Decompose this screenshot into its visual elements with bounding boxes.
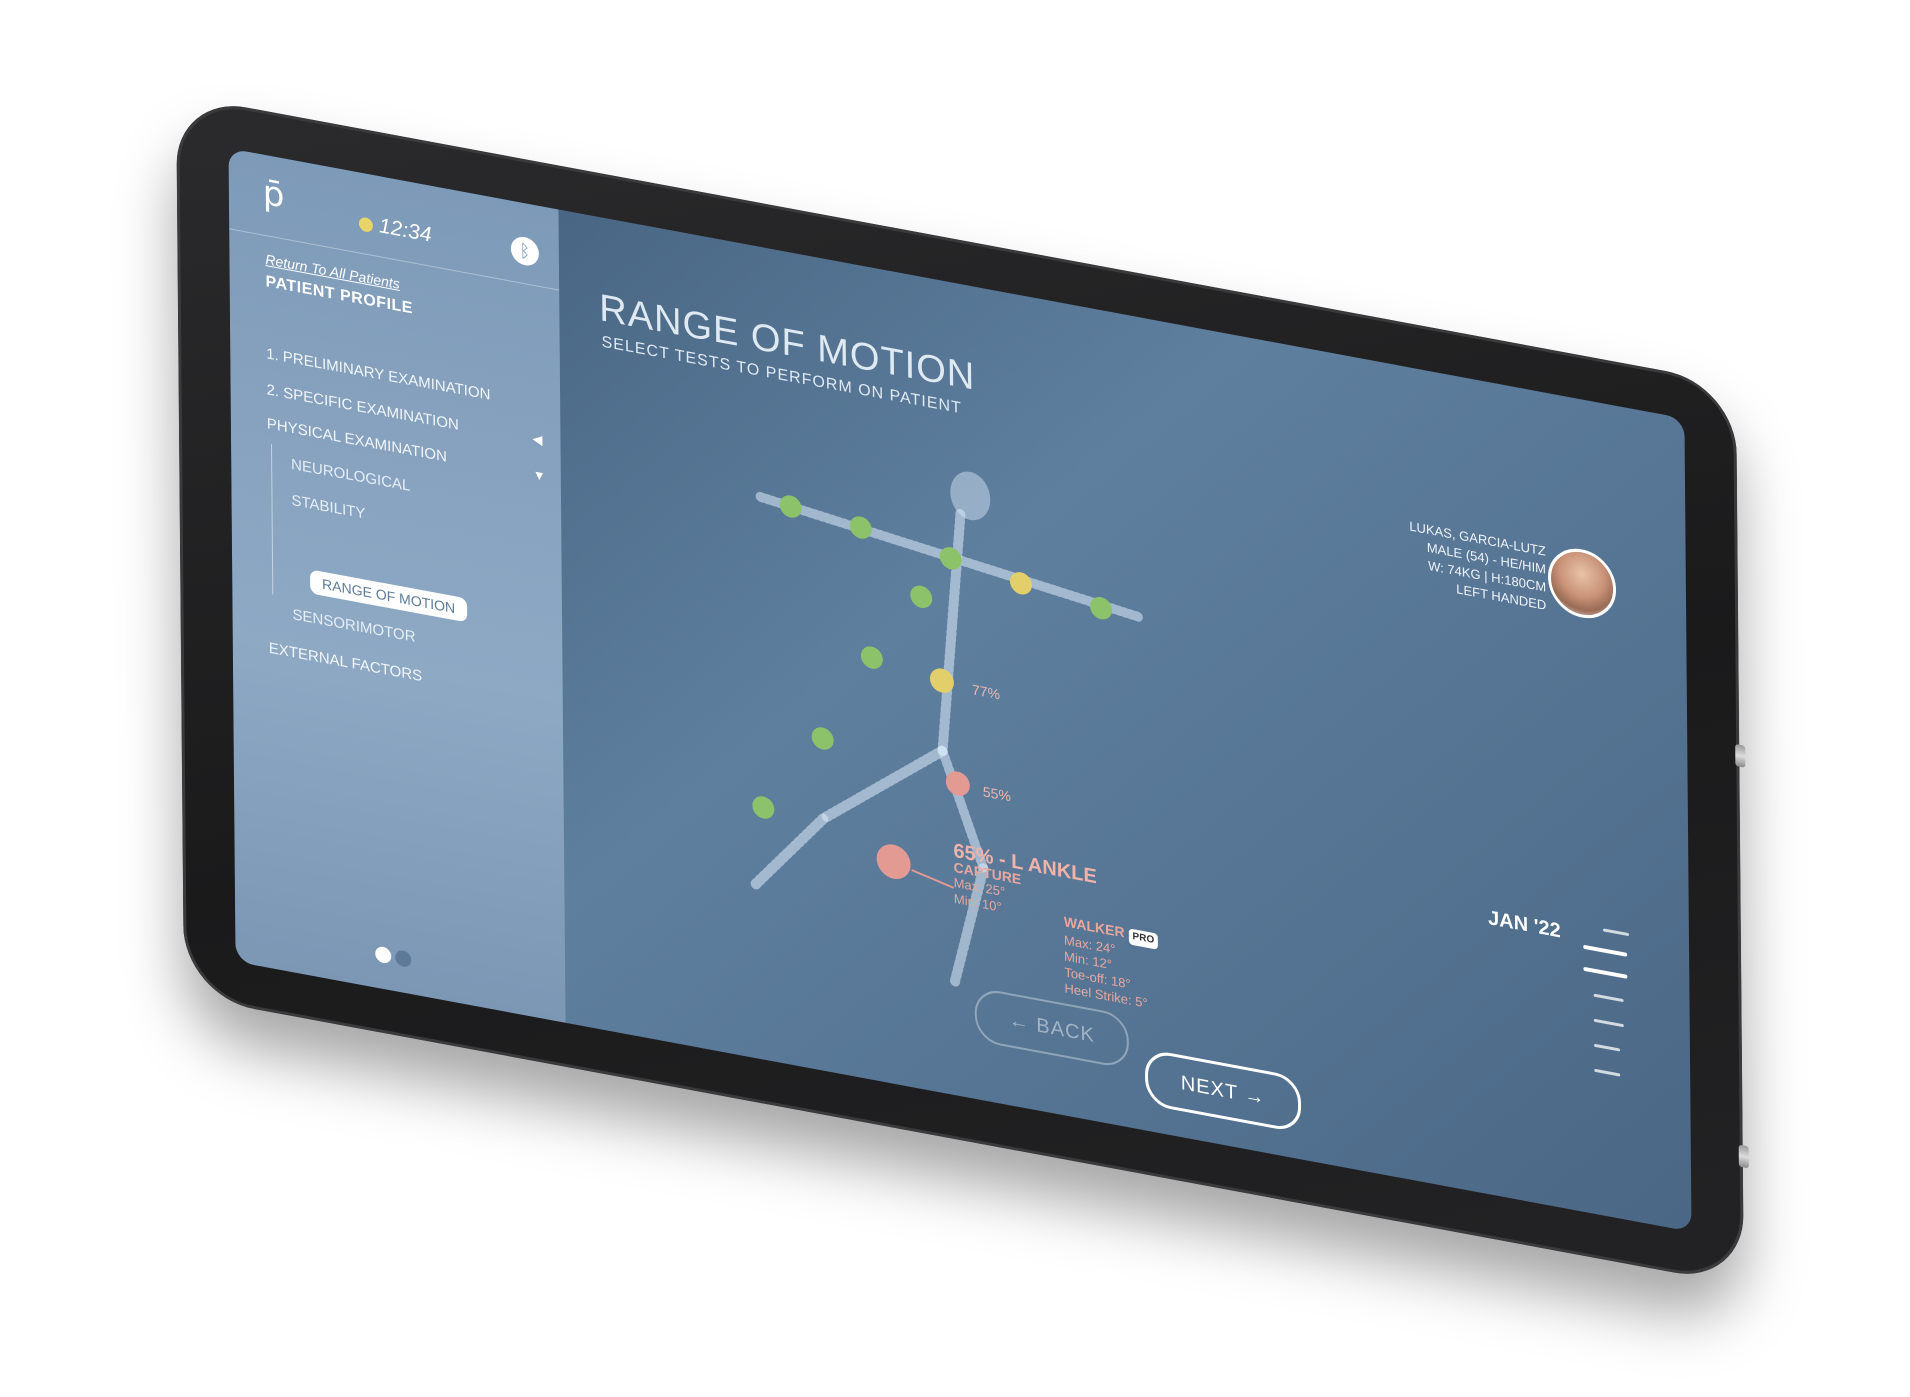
- tablet-side-band: [1735, 743, 1746, 768]
- nav-item-sensorimotor[interactable]: SENSORIMOTOR: [292, 606, 415, 646]
- sidebar: p̄ 12:34 ᛒ Return To All Patients PATIEN…: [228, 148, 566, 1023]
- collapse-arrow-icon[interactable]: ◀: [532, 431, 542, 449]
- body-torso: [937, 508, 966, 756]
- app-logo[interactable]: p̄: [263, 173, 285, 217]
- joint-left-knee[interactable]: [945, 769, 970, 797]
- ankle-pointer-line: [911, 869, 954, 889]
- joint-right-elbow[interactable]: [849, 515, 872, 541]
- bluetooth-icon[interactable]: ᛒ: [510, 234, 540, 268]
- joint-right-ankle[interactable]: [752, 794, 775, 820]
- page-dot-active[interactable]: [375, 945, 392, 965]
- joint-right-wrist[interactable]: [779, 493, 802, 519]
- joint-left-wrist[interactable]: [1090, 595, 1113, 621]
- nav-item-stability[interactable]: STABILITY: [291, 492, 365, 523]
- joint-left-ankle[interactable]: [876, 841, 911, 881]
- joint-right-knee[interactable]: [811, 725, 834, 751]
- joint-spine[interactable]: [910, 584, 933, 610]
- body-model: [749, 471, 1147, 989]
- clock: 12:34: [378, 214, 432, 247]
- tablet-device: p̄ 12:34 ᛒ Return To All Patients PATIEN…: [176, 94, 1749, 1286]
- stage: p̄ 12:34 ᛒ Return To All Patients PATIEN…: [0, 0, 1910, 1397]
- walker-detail: WALKER PRO Max: 24° Min: 12° Toe-off: 18°…: [1064, 913, 1159, 1014]
- page-dot[interactable]: [395, 949, 412, 969]
- nav-tree-line: [270, 444, 274, 595]
- joint-right-hip[interactable]: [860, 645, 883, 671]
- nav-item-neurological[interactable]: NEUROLOGICAL: [291, 456, 410, 495]
- tablet-side-band: [1738, 1144, 1749, 1169]
- main-panel: RANGE OF MOTION SELECT TESTS TO PERFORM …: [558, 209, 1691, 1231]
- body-right-shin: [749, 813, 829, 891]
- body-right-leg: [818, 745, 948, 824]
- status-dot: [358, 216, 373, 234]
- nav-item-external-factors[interactable]: EXTERNAL FACTORS: [269, 640, 423, 686]
- expand-arrow-icon[interactable]: ▼: [533, 467, 546, 484]
- app-screen: p̄ 12:34 ᛒ Return To All Patients PATIEN…: [228, 148, 1692, 1232]
- joint-left-shoulder[interactable]: [1009, 570, 1032, 596]
